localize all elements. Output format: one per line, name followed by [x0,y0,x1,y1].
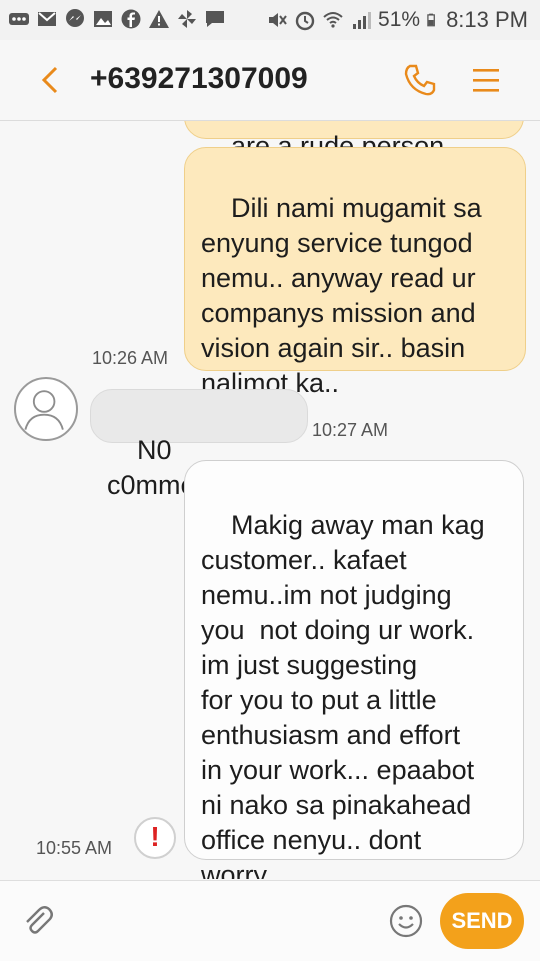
battery-percent: 51% [378,8,421,31]
notification-icons [8,8,226,30]
mute-icon [269,13,287,27]
message-bubble-sent[interactable]: Dili nami mugamit sa enyung service tung… [184,147,526,398]
message-bubble-received[interactable]: N0 c0mment. [90,389,308,500]
message-time: 10:27 AM [312,420,389,440]
send-failed-icon[interactable]: ! [134,817,176,859]
back-arrow-icon[interactable] [36,62,66,98]
message-bubble-sent[interactable]: Makig away man kag customer.. kafaet nem… [184,460,524,879]
pinwheel-icon [178,10,196,28]
phone-icon[interactable] [402,62,438,98]
composer: SEND [0,880,540,961]
message-text: Makig away man kag customer.. kafaet nem… [201,510,485,879]
paperclip-icon[interactable] [20,903,56,939]
message-time: 10:55 AM [36,838,113,858]
message-time: 10:26 AM [92,348,169,368]
alarm-icon [295,11,315,31]
facebook-icon [121,9,141,29]
chat-icon [206,11,224,27]
battery-icon [427,13,435,27]
send-button[interactable]: SEND [440,893,524,949]
message-input[interactable] [72,899,376,945]
gmail-icon [38,12,56,26]
message-text: Dili nami mugamit sa enyung service tung… [201,193,482,398]
wifi-icon [323,12,343,28]
signal-icon [353,12,372,29]
person-icon [24,390,64,430]
status-right: 51% 8:13 PM [266,7,528,33]
emoji-icon[interactable] [388,903,424,939]
contact-number: +639271307009 [90,62,308,95]
gallery-icon [94,11,112,27]
warning-icon [149,10,169,28]
message-bubble-sent[interactable]: are a rude person... [184,121,524,161]
message-thread[interactable]: are a rude person... Dili nami mugamit s… [0,121,540,879]
status-bar: 51% 8:13 PM [0,0,540,40]
app-bar: +639271307009 [0,40,540,121]
menu-icon[interactable] [470,64,502,96]
contact-avatar[interactable] [14,377,78,441]
more-icon [9,13,29,25]
messenger-icon [66,9,84,27]
clock: 8:13 PM [446,7,528,32]
